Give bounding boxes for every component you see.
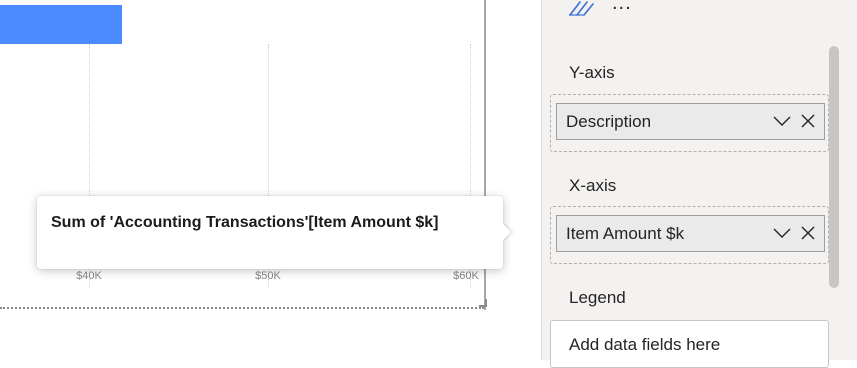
resize-handle[interactable] — [479, 299, 487, 307]
y-axis-field-chip[interactable]: Description — [556, 103, 825, 140]
field-name: Description — [566, 112, 652, 131]
chart-bar[interactable] — [0, 5, 122, 44]
scrollbar-thumb[interactable] — [829, 46, 839, 288]
field-name: Item Amount $k — [566, 224, 685, 243]
field-tooltip: Sum of 'Accounting Transactions'[Item Am… — [37, 196, 503, 269]
x-axis-title: X-axis — [569, 176, 617, 195]
legend-title: Legend — [569, 288, 626, 307]
close-icon[interactable] — [800, 225, 816, 241]
visualizations-pane: ... Y-axis Description X-axis Item Amoun… — [541, 0, 857, 368]
x-axis-well[interactable]: Item Amount $k — [550, 206, 829, 264]
chevron-down-icon[interactable] — [773, 114, 791, 128]
more-options-icon[interactable]: ... — [612, 0, 632, 15]
chevron-down-icon[interactable] — [773, 226, 791, 240]
y-axis-title: Y-axis — [569, 63, 615, 82]
x-tick-label: $40K — [76, 270, 102, 282]
add-fields-placeholder: Add data fields here — [569, 335, 721, 354]
scrollbar[interactable] — [829, 40, 839, 360]
y-axis-well[interactable]: Description — [550, 94, 829, 152]
format-brush-icon[interactable] — [568, 0, 594, 16]
report-canvas: $40K $50K $60K — [0, 0, 488, 360]
x-tick-label: $60K — [453, 270, 479, 282]
close-icon[interactable] — [800, 113, 816, 129]
visual-border — [0, 307, 484, 309]
x-axis-field-chip[interactable]: Item Amount $k — [556, 215, 825, 252]
legend-well[interactable]: Add data fields here — [550, 320, 829, 368]
tooltip-text: Sum of 'Accounting Transactions'[Item Am… — [51, 214, 439, 231]
x-tick-label: $50K — [255, 270, 281, 282]
